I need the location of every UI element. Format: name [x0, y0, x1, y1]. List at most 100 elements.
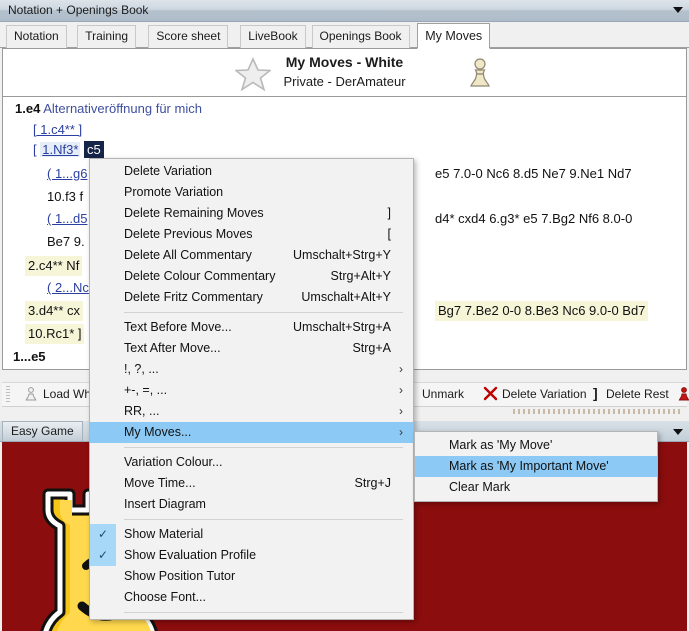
load-white-button[interactable]: Load Wh	[43, 387, 91, 401]
tab-my-moves[interactable]: My Moves	[417, 23, 490, 49]
delete-rest-button[interactable]: Delete Rest	[606, 387, 669, 401]
selected-move[interactable]: c5	[84, 141, 104, 158]
move-text[interactable]: [ 1.c4** ]	[33, 122, 82, 137]
notation-line-right-marked[interactable]: Bg7 7.Be2 0-0 8.Be3 Nc6 9.0-0 Bd7	[435, 301, 648, 321]
menu-item-rr[interactable]: RR, ...›	[90, 401, 413, 422]
notation-header: My Moves - White Private - DerAmateur	[3, 49, 686, 97]
menu-item-label: Delete Variation	[124, 164, 212, 178]
menu-item-my-moves[interactable]: My Moves...›	[90, 422, 413, 443]
submenu-item-label: Clear Mark	[449, 480, 510, 494]
menu-item-delete-remaining-moves[interactable]: Delete Remaining Moves]	[90, 203, 413, 224]
check-icon: ✓	[90, 545, 116, 566]
menu-item-accelerator: Strg+Alt+Y	[331, 266, 391, 287]
notation-line[interactable]: [ 1.c4** ]	[33, 121, 82, 139]
menu-item-choose-font[interactable]: Choose Font...	[90, 587, 413, 608]
menu-item-show-material[interactable]: ✓ Show Material	[90, 524, 413, 545]
menu-item-label: +-, =, ...	[124, 383, 167, 397]
bracket-icon: ]	[593, 385, 598, 401]
check-icon: ✓	[90, 524, 116, 545]
chevron-right-icon: ›	[399, 422, 403, 443]
tab-openings-book[interactable]: Openings Book	[312, 25, 410, 48]
tab-score-sheet[interactable]: Score sheet	[148, 25, 228, 48]
submenu-item-clear-mark[interactable]: Clear Mark	[415, 477, 657, 498]
toolbar-grip[interactable]	[6, 386, 10, 404]
menu-item-label: Delete All Commentary	[124, 248, 252, 262]
menu-item-label: Text Before Move...	[124, 320, 232, 334]
menu-item-show-evaluation-profile[interactable]: ✓ Show Evaluation Profile	[90, 545, 413, 566]
notation-line[interactable]: ( 2...Nc	[47, 279, 89, 297]
menu-item-label: Show Evaluation Profile	[124, 548, 256, 562]
menu-item-label: Promote Variation	[124, 185, 223, 199]
menu-item-label: RR, ...	[124, 404, 159, 418]
unmark-button[interactable]: Unmark	[422, 387, 464, 401]
notation-line[interactable]: ( 1...g6	[47, 165, 87, 183]
variation-bracket: [	[33, 142, 37, 157]
notation-line[interactable]: ( 1...d5	[47, 210, 87, 228]
menu-item-accelerator: ]	[388, 203, 391, 224]
tab-training[interactable]: Training	[77, 25, 136, 48]
menu-item-accelerator: Umschalt+Strg+Y	[293, 245, 391, 266]
chevron-down-icon[interactable]	[673, 7, 683, 13]
submenu-item-mark-as-my-important-move[interactable]: Mark as 'My Important Move'	[415, 456, 657, 477]
menu-item-accelerator: Umschalt+Alt+Y	[301, 287, 391, 308]
context-submenu-my-moves[interactable]: Mark as 'My Move' Mark as 'My Important M…	[414, 431, 658, 502]
menu-item-move-time[interactable]: Move Time... Strg+J	[90, 473, 413, 494]
notation-line[interactable]: [ 1.Nf3* c5	[33, 141, 104, 159]
context-menu[interactable]: Delete Variation Promote Variation Delete …	[89, 158, 414, 620]
menu-separator	[124, 612, 403, 613]
menu-item-text-before-move[interactable]: Text Before Move... Umschalt+Strg+A	[90, 317, 413, 338]
menu-item-label: Show Position Tutor	[124, 569, 235, 583]
menu-item-label: Delete Remaining Moves	[124, 206, 264, 220]
menu-item-variation-colour[interactable]: Variation Colour...	[90, 452, 413, 473]
notation-line-right[interactable]: e5 7.0-0 Nc6 8.d5 Ne7 9.Ne1 Nd7	[435, 165, 632, 183]
menu-item-delete-fritz-commentary[interactable]: Delete Fritz Commentary Umschalt+Alt+Y	[90, 287, 413, 308]
page-subtitle: Private - DerAmateur	[3, 74, 686, 89]
menu-item-delete-variation[interactable]: Delete Variation	[90, 161, 413, 182]
menu-item-insert-diagram[interactable]: Insert Diagram	[90, 494, 413, 515]
notation-line-marked[interactable]: 3.d4** cx	[25, 301, 83, 321]
menu-item-[interactable]: !, ?, ...›	[90, 359, 413, 380]
notation-line[interactable]: 10.f3 f	[47, 188, 83, 206]
menu-item-label: Insert Diagram	[124, 497, 206, 511]
move-comment[interactable]: Alternativeröffnung für mich	[43, 101, 202, 116]
chevron-right-icon: ›	[399, 380, 403, 401]
tab-easy-game[interactable]: Easy Game	[2, 421, 83, 441]
tab-strip: Notation Training Score sheet LiveBook Openi…	[0, 22, 689, 48]
menu-item-label: Text After Move...	[124, 341, 221, 355]
toolbar-overflow-dots[interactable]	[513, 409, 681, 414]
menu-item-delete-colour-commentary[interactable]: Delete Colour CommentaryStrg+Alt+Y	[90, 266, 413, 287]
submenu-item-label: Mark as 'My Move'	[449, 438, 552, 452]
menu-item-delete-all-commentary[interactable]: Delete All Commentary Umschalt+Strg+Y	[90, 245, 413, 266]
menu-item-show-position-tutor[interactable]: Show Position Tutor	[90, 566, 413, 587]
notation-line-marked[interactable]: 10.Rc1* ]	[25, 324, 84, 344]
menu-item-label: Choose Font...	[124, 590, 206, 604]
menu-item-label: Delete Fritz Commentary	[124, 290, 263, 304]
red-x-icon	[483, 386, 498, 401]
notation-line-marked[interactable]: 2.c4** Nf	[25, 256, 82, 276]
application-window: Notation + Openings Book NotationTrainin…	[0, 0, 689, 631]
tab-notation[interactable]: Notation	[6, 25, 67, 48]
menu-item-label: Show Material	[124, 527, 203, 541]
menu-item-promote-variation[interactable]: Promote Variation	[90, 182, 413, 203]
tab-livebook[interactable]: LiveBook	[240, 25, 305, 48]
notation-line[interactable]: 1...e5	[13, 348, 46, 366]
menu-item-label: Move Time...	[124, 476, 196, 490]
notation-line[interactable]: 1.e4 Alternativeröffnung für mich	[15, 100, 202, 118]
notation-line[interactable]: Be7 9.	[47, 233, 85, 251]
menu-item-text-after-move[interactable]: Text After Move...Strg+A	[90, 338, 413, 359]
move-text[interactable]: 1.e4	[15, 101, 40, 116]
move-text[interactable]: 1.Nf3*	[40, 142, 80, 157]
chevron-down-icon[interactable]	[673, 429, 683, 435]
menu-separator	[124, 447, 403, 448]
red-pawn-icon[interactable]	[678, 386, 689, 402]
pawn-icon	[24, 386, 38, 402]
menu-item-[interactable]: +-, =, ... ›	[90, 380, 413, 401]
menu-item-delete-previous-moves[interactable]: Delete Previous Moves[	[90, 224, 413, 245]
notation-line-right[interactable]: d4* cxd4 6.g3* e5 7.Bg2 Nf6 8.0-0	[435, 210, 632, 228]
delete-variation-button[interactable]: Delete Variation	[502, 387, 587, 401]
submenu-item-mark-as-my-move[interactable]: Mark as 'My Move'	[415, 435, 657, 456]
menu-item-accelerator: Strg+J	[355, 473, 391, 494]
menu-item-accelerator: Umschalt+Strg+A	[293, 317, 391, 338]
menu-separator	[124, 312, 403, 313]
submenu-item-label: Mark as 'My Important Move'	[449, 459, 609, 473]
